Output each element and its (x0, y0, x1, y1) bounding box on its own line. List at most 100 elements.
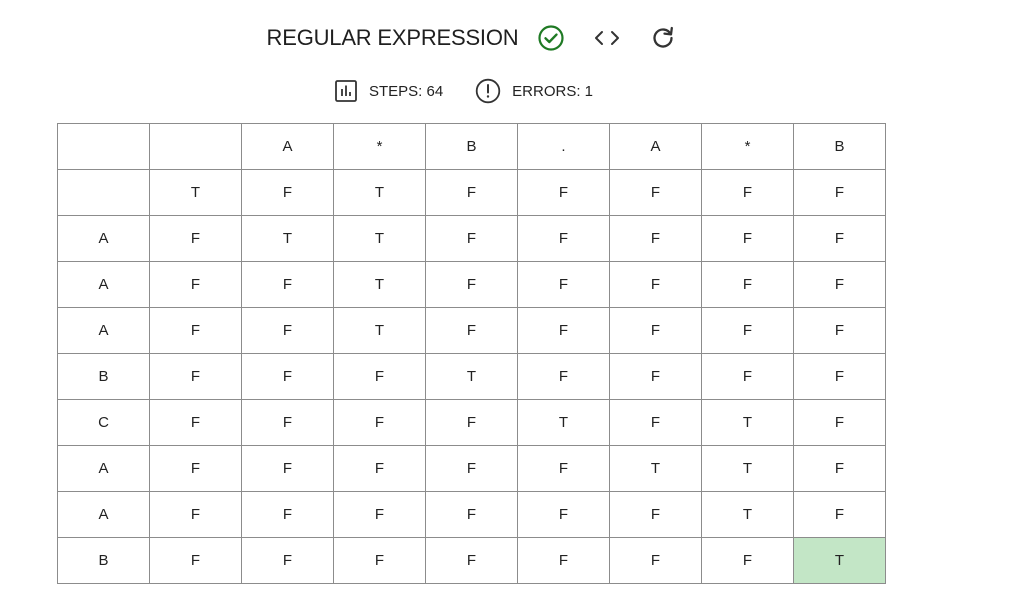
table-row: T F T F F F F F (57, 169, 886, 216)
errors-stat: ERRORS: 1 (475, 78, 593, 104)
table-cell: F (701, 215, 794, 262)
table-cell: F (517, 491, 610, 538)
table-cell: F (793, 261, 886, 308)
table-cell: F (609, 307, 702, 354)
table-cell: F (701, 169, 794, 216)
table-row: B F F F T F F F F (57, 353, 886, 400)
table-cell: F (333, 445, 426, 492)
table-row: A F F F F F F T F (57, 491, 886, 538)
exclamation-circle-icon (475, 78, 501, 104)
table-cell: F (425, 215, 518, 262)
table-cell: F (241, 491, 334, 538)
table-cell: F (609, 261, 702, 308)
table-row: A F F T F F F F F (57, 261, 886, 308)
table-row: B F F F F F F F T (57, 537, 886, 584)
table-cell: F (425, 399, 518, 446)
table-cell: F (793, 215, 886, 262)
table-cell: A (57, 491, 150, 538)
highlighted-cell: T (793, 537, 886, 584)
table-cell: T (333, 169, 426, 216)
table-cell (149, 123, 242, 170)
table-cell: F (241, 537, 334, 584)
table-cell: * (701, 123, 794, 170)
table-cell: T (333, 215, 426, 262)
table-cell: F (333, 491, 426, 538)
table-row: A F F T F F F F F (57, 307, 886, 354)
code-icon[interactable] (592, 23, 622, 53)
table-cell: F (149, 399, 242, 446)
table-cell: F (149, 537, 242, 584)
table-cell: F (517, 261, 610, 308)
table-cell: F (241, 307, 334, 354)
table-cell: T (333, 261, 426, 308)
table-cell: T (701, 399, 794, 446)
table-cell: F (241, 261, 334, 308)
table-cell: F (333, 537, 426, 584)
table-cell: F (517, 537, 610, 584)
table-cell: B (57, 353, 150, 400)
table-cell: A (609, 123, 702, 170)
table-cell: F (517, 353, 610, 400)
bar-chart-icon (334, 79, 358, 103)
table-cell: F (333, 399, 426, 446)
table-cell: F (425, 537, 518, 584)
table-cell: F (333, 353, 426, 400)
table-cell: T (701, 445, 794, 492)
stats-bar: STEPS: 64 ERRORS: 1 (0, 76, 927, 106)
table-cell: F (149, 261, 242, 308)
table-cell: F (241, 353, 334, 400)
table-cell: F (793, 169, 886, 216)
table-cell (57, 169, 150, 216)
table-cell: F (425, 491, 518, 538)
table-cell: F (609, 399, 702, 446)
table-cell: F (517, 169, 610, 216)
steps-label: STEPS: 64 (368, 82, 444, 100)
table-cell: F (149, 353, 242, 400)
table-cell: F (609, 353, 702, 400)
table-cell: F (425, 307, 518, 354)
table-cell: F (793, 445, 886, 492)
steps-stat: STEPS: 64 (334, 79, 443, 103)
table-cell: . (517, 123, 610, 170)
table-row: A * B . A * B (57, 123, 886, 170)
table-cell: F (241, 445, 334, 492)
table-cell: F (609, 169, 702, 216)
table-cell: F (793, 491, 886, 538)
table-cell: F (609, 491, 702, 538)
table-cell: B (425, 123, 518, 170)
table-cell: A (57, 445, 150, 492)
table-row: C F F F F T F T F (57, 399, 886, 446)
table-cell: F (609, 215, 702, 262)
table-cell: * (333, 123, 426, 170)
table-cell: T (701, 491, 794, 538)
check-circle-icon (536, 23, 566, 53)
table-cell: T (425, 353, 518, 400)
reload-icon[interactable] (648, 23, 678, 53)
table-cell: T (149, 169, 242, 216)
table-cell: T (609, 445, 702, 492)
table-cell: F (517, 215, 610, 262)
table-cell: T (333, 307, 426, 354)
header: REGULAR EXPRESSION (0, 18, 945, 58)
dp-table: A * B . A * B T F T F F F F F A F T T F … (57, 123, 886, 584)
table-cell: F (517, 445, 610, 492)
table-cell: B (57, 537, 150, 584)
table-cell: A (57, 307, 150, 354)
table-cell: F (149, 215, 242, 262)
table-cell: F (149, 307, 242, 354)
table-cell: F (701, 261, 794, 308)
table-cell: F (701, 537, 794, 584)
table-cell: F (701, 353, 794, 400)
table-cell: C (57, 399, 150, 446)
table-row: A F F F F F T T F (57, 445, 886, 492)
table-cell: A (241, 123, 334, 170)
table-cell: F (149, 491, 242, 538)
page-title: REGULAR EXPRESSION (266, 25, 519, 50)
table-cell: F (793, 399, 886, 446)
table-cell: F (609, 537, 702, 584)
table-row: A F T T F F F F F (57, 215, 886, 262)
table-cell: F (425, 445, 518, 492)
table-cell: F (517, 307, 610, 354)
table-cell: F (793, 307, 886, 354)
table-cell: B (793, 123, 886, 170)
